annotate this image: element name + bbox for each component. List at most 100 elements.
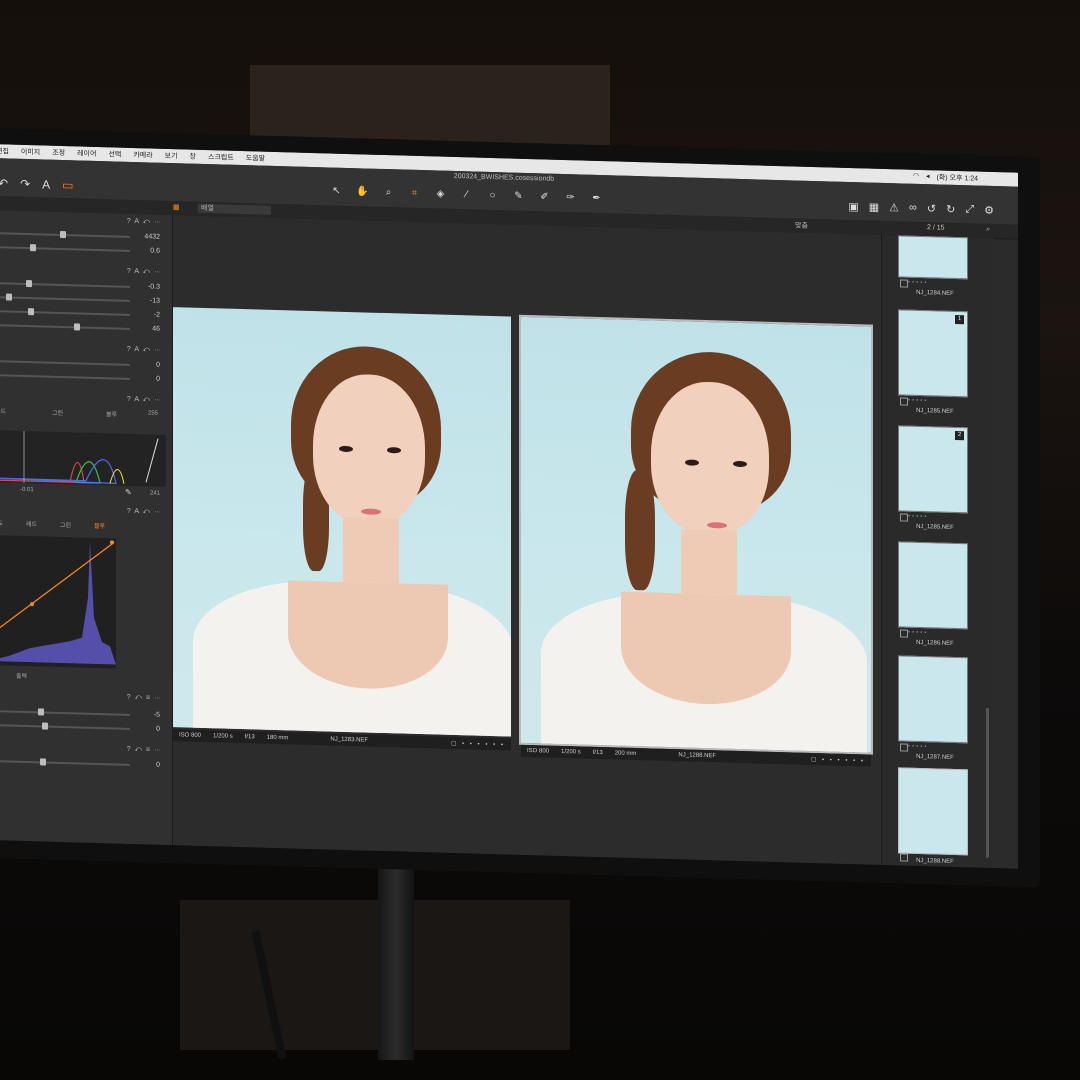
menu-item-view[interactable]: 보기 — [159, 151, 184, 162]
right-eye — [733, 460, 747, 468]
text-tool-icon[interactable]: A — [42, 177, 50, 191]
camera-icon[interactable]: ▭ — [62, 178, 73, 192]
pan-icon[interactable]: ✋ — [356, 186, 369, 197]
structure-value[interactable]: 0 — [156, 726, 160, 733]
hdr-shadow-slider[interactable] — [0, 374, 130, 380]
spot-icon[interactable]: ○ — [486, 190, 499, 201]
rating-dots[interactable]: ••••• — [908, 630, 929, 637]
rating-stars[interactable]: ▢ • • • • • ▪ — [451, 739, 511, 748]
hdr-highlight-slider[interactable] — [0, 360, 130, 366]
rating-dots[interactable]: ••••• — [908, 398, 929, 405]
curve-editor[interactable] — [0, 535, 116, 669]
menu-item-camera[interactable]: 카메라 — [127, 150, 158, 161]
redo-icon[interactable]: ↷ — [20, 177, 30, 191]
zoom-icon[interactable]: ⌕ — [382, 187, 395, 198]
menu-item-adjust[interactable]: 조정 — [46, 148, 71, 159]
exposure-value[interactable]: -0.3 — [148, 283, 160, 290]
picker-icon[interactable]: ✒ — [590, 193, 603, 204]
rating-dots[interactable]: ••••• — [908, 744, 929, 751]
clarity-slider[interactable] — [0, 708, 130, 716]
rating-dots[interactable]: ••••• — [908, 280, 929, 287]
wifi-icon[interactable]: ◠ — [913, 172, 919, 182]
saturation-slider[interactable] — [0, 323, 130, 331]
menu-item-edit[interactable]: 편집 — [0, 146, 15, 157]
curve-tab-luma[interactable]: 휘도 — [0, 518, 3, 527]
clock[interactable]: (화) 오후 1:24 — [937, 172, 979, 183]
hdr-highlight-value[interactable]: 0 — [156, 362, 160, 369]
levels-top-value[interactable]: 255 — [148, 410, 158, 416]
wb-kelvin-value[interactable]: 4432 — [144, 233, 160, 240]
photo-right[interactable] — [519, 314, 873, 755]
wb-tint-slider[interactable] — [0, 244, 130, 252]
rating-dots[interactable]: ••••• — [908, 514, 929, 521]
hdr-shadow-value[interactable]: 0 — [156, 376, 160, 383]
menu-item-script[interactable]: 스크립트 — [202, 152, 240, 163]
levels-label-red[interactable]: 레드 — [0, 406, 6, 415]
zoom-label[interactable]: 맞춤 — [795, 220, 808, 230]
rotate-left-icon[interactable]: ↺ — [927, 202, 936, 215]
expand-icon[interactable]: ⤢ — [965, 203, 974, 216]
structure-slider[interactable] — [0, 722, 130, 730]
crop-icon[interactable]: ⌗ — [408, 188, 421, 199]
sharpening-slider[interactable] — [0, 758, 130, 766]
contrast-value[interactable]: -13 — [150, 297, 160, 304]
eyedropper-icon[interactable]: ✎ — [125, 488, 132, 497]
brightness-value[interactable]: -2 — [154, 312, 160, 319]
wb-tint-value[interactable]: 0.6 — [150, 247, 160, 254]
wb-kelvin-slider[interactable] — [0, 230, 130, 239]
saturation-value[interactable]: 46 — [152, 326, 160, 333]
eraser-icon[interactable]: ✐ — [538, 191, 551, 202]
volume-icon[interactable]: ◂ — [926, 172, 930, 182]
levels-label-blue[interactable]: 블루 — [106, 409, 117, 418]
clarity-value[interactable]: -5 — [154, 712, 160, 719]
rating-stars[interactable]: ▢ • • • • • ▪ — [811, 755, 871, 764]
thumbnail[interactable] — [898, 655, 968, 744]
select-checkbox[interactable] — [900, 629, 908, 638]
contrast-slider[interactable] — [0, 293, 130, 302]
thumbnail[interactable]: 1 — [898, 309, 968, 398]
thumbnail[interactable] — [898, 541, 968, 630]
levels-high-value[interactable]: 241 — [150, 490, 160, 496]
straighten-icon[interactable]: ∕ — [460, 189, 473, 200]
select-checkbox[interactable] — [900, 279, 908, 288]
gradient-icon[interactable]: ✑ — [564, 192, 577, 203]
cursor-icon[interactable]: ↖ — [330, 185, 343, 197]
brightness-slider[interactable] — [0, 308, 130, 316]
rotate-right-icon[interactable]: ↻ — [946, 203, 955, 216]
edit-icon[interactable]: ▣ — [848, 200, 858, 213]
thumbnail[interactable] — [898, 235, 968, 280]
exposure-slider[interactable] — [0, 280, 130, 288]
curve-tab-blue[interactable]: 블루 — [94, 521, 105, 530]
left-toolgroup: ↶ ↷ A ▭ — [0, 176, 73, 192]
search-icon[interactable]: ⌕ — [986, 226, 990, 234]
select-checkbox[interactable] — [900, 513, 908, 522]
curve-tab-green[interactable]: 그린 — [60, 520, 71, 529]
levels-label-green[interactable]: 그린 — [52, 408, 63, 417]
menu-item-select[interactable]: 선택 — [102, 149, 127, 160]
levels-low-value[interactable]: -0.01 — [20, 487, 34, 493]
variant-badge: 1 — [955, 314, 964, 325]
select-checkbox[interactable] — [900, 743, 908, 752]
warning-icon[interactable]: ⚠ — [889, 201, 899, 214]
undo-icon[interactable]: ↶ — [0, 176, 8, 190]
menu-item-window[interactable]: 창 — [184, 151, 202, 162]
keystone-icon[interactable]: ◈ — [434, 188, 447, 199]
photo-left[interactable] — [173, 307, 511, 737]
grid-icon[interactable]: ▦ — [869, 201, 879, 214]
thumbnail-selected[interactable] — [898, 767, 968, 856]
menu-item-image[interactable]: 이미지 — [15, 147, 46, 158]
levels-histogram[interactable] — [0, 430, 166, 487]
thumbnail[interactable]: 2 — [898, 425, 968, 514]
glasses-icon[interactable]: ∞ — [909, 202, 917, 215]
multi-view-icon[interactable]: ▦ — [173, 203, 180, 211]
brush-icon[interactable]: ✎ — [512, 191, 525, 202]
curve-tab-red[interactable]: 레드 — [26, 519, 37, 528]
select-checkbox[interactable] — [900, 397, 908, 406]
menu-item-layer[interactable]: 레이어 — [71, 148, 102, 159]
view-select[interactable]: 배열 — [198, 203, 271, 215]
menu-item-help[interactable]: 도움말 — [240, 153, 271, 164]
settings-icon[interactable]: ⚙ — [984, 204, 994, 217]
browser-scrollbar[interactable] — [986, 707, 989, 858]
thumbnail-label: NJ_1286.NEF — [916, 639, 954, 647]
sharpening-value[interactable]: 0 — [156, 762, 160, 769]
